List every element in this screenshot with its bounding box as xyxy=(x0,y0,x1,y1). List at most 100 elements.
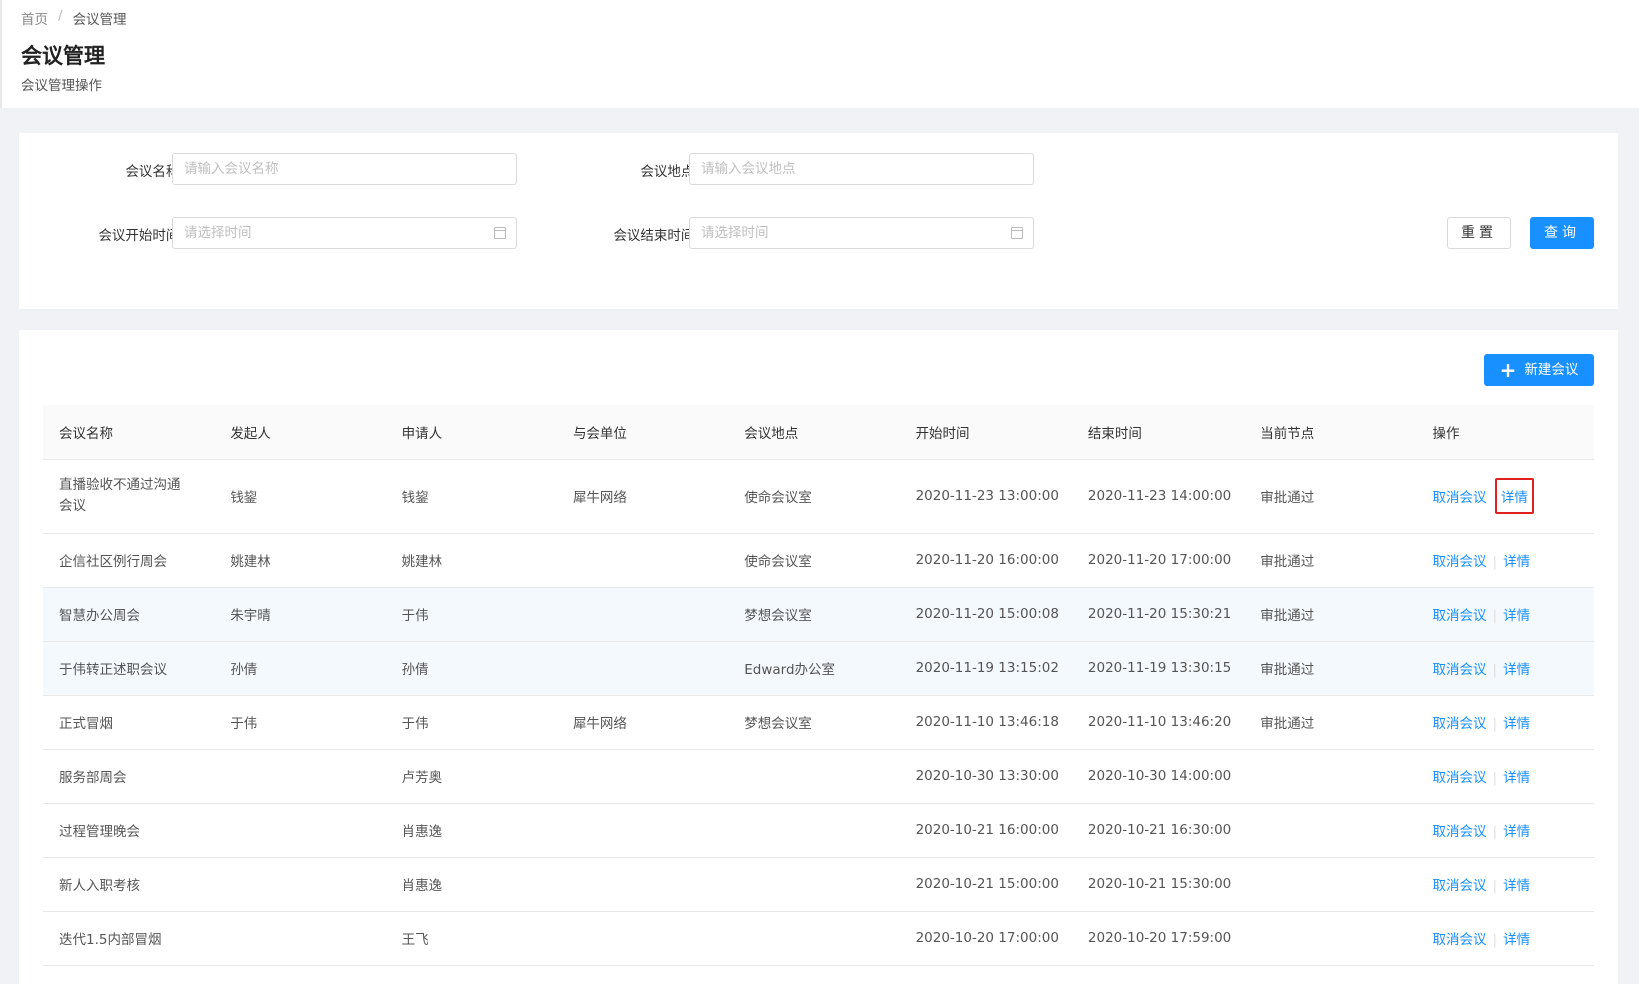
cell-end-time: 2020-10-30 14:00:00 xyxy=(1087,768,1232,784)
cell-actions: 取消会议 | 详情 xyxy=(1417,857,1594,911)
new-meeting-button[interactable]: + 新建会议 xyxy=(1484,354,1594,386)
cell-unit xyxy=(557,587,728,641)
detail-link[interactable]: 详情 xyxy=(1501,490,1528,506)
cell-location: 梦想会议室 xyxy=(744,608,812,624)
column-header-actions: 操作 xyxy=(1432,425,1460,442)
cell-unit: 犀牛网络 xyxy=(572,716,627,732)
detail-link[interactable]: 详情 xyxy=(1503,824,1530,840)
detail-link[interactable]: 详情 xyxy=(1503,554,1530,570)
reset-button[interactable]: 重置 xyxy=(1447,217,1511,249)
cell-node xyxy=(1244,911,1416,965)
cell-initiator xyxy=(214,857,385,911)
cell-start-time: 2020-11-23 13:00:00 xyxy=(915,488,1059,504)
cell-start-time: 2020-10-21 16:00:00 xyxy=(915,822,1059,838)
end-time-placeholder: 请选择时间 xyxy=(701,225,769,241)
column-header-unit: 与会单位 xyxy=(572,425,627,442)
column-header-applicant: 申请人 xyxy=(401,425,443,442)
cell-applicant: 王飞 xyxy=(401,932,429,948)
cancel-meeting-link[interactable]: 取消会议 xyxy=(1433,716,1487,732)
cell-unit xyxy=(557,533,728,587)
cell-node: 审批通过 xyxy=(1260,490,1315,506)
detail-link[interactable]: 详情 xyxy=(1503,932,1530,948)
cell-actions: 取消会议 | 详情 xyxy=(1417,911,1594,965)
action-divider: | xyxy=(1492,770,1498,786)
cell-applicant: 于伟 xyxy=(401,716,429,732)
cell-location xyxy=(728,857,899,911)
meeting-location-input[interactable]: 请输入会议地点 xyxy=(689,153,1034,185)
meeting-name-input[interactable]: 请输入会议名称 xyxy=(172,153,517,185)
cell-initiator: 朱宇晴 xyxy=(230,608,271,624)
meeting-name-label: 会议名称: xyxy=(125,164,184,180)
start-time-label: 会议开始时间: xyxy=(98,228,184,244)
cell-start-time: 2020-11-10 13:46:18 xyxy=(915,714,1059,730)
cell-node xyxy=(1244,803,1416,857)
detail-link[interactable]: 详情 xyxy=(1503,662,1530,678)
table-row: 于伟转正述职会议 孙倩 孙倩 Edward办公室 2020-11-19 13:1… xyxy=(43,641,1594,695)
cell-start-time: 2020-10-30 13:30:00 xyxy=(915,768,1059,784)
end-time-picker[interactable]: 请选择时间 xyxy=(689,217,1034,249)
cell-end-time: 2020-11-23 14:00:00 xyxy=(1087,488,1232,504)
page-header: 首页 / 会议管理 会议管理 会议管理操作 xyxy=(0,0,1639,108)
detail-link[interactable]: 详情 xyxy=(1503,716,1530,732)
cell-unit xyxy=(557,749,728,803)
action-divider: | xyxy=(1492,554,1498,570)
cell-location xyxy=(728,911,899,965)
table-row: 过程管理晚会 肖惠逸 2020-10-21 16:00:00 2020-10-2… xyxy=(43,803,1594,857)
cancel-meeting-link[interactable]: 取消会议 xyxy=(1433,554,1487,570)
cell-unit xyxy=(557,911,728,965)
cell-location xyxy=(728,803,899,857)
cancel-meeting-link[interactable]: 取消会议 xyxy=(1433,824,1487,840)
cell-start-time: 2020-11-20 16:00:00 xyxy=(915,552,1059,568)
cell-applicant: 姚建林 xyxy=(401,554,443,570)
end-time-label: 会议结束时间: xyxy=(613,228,699,244)
detail-link[interactable]: 详情 xyxy=(1503,608,1530,624)
cell-actions: 取消会议 详情 xyxy=(1417,459,1594,533)
cell-applicant: 肖惠逸 xyxy=(401,878,443,894)
breadcrumb-current: 会议管理 xyxy=(72,12,127,28)
table-header-row: 会议名称 发起人 申请人 与会单位 会议地点 开始时间 结束时间 当前节点 操作 xyxy=(43,405,1594,459)
cancel-meeting-link[interactable]: 取消会议 xyxy=(1433,770,1487,786)
page-title: 会议管理 xyxy=(21,44,105,68)
cell-end-time: 2020-11-19 13:30:15 xyxy=(1087,660,1232,676)
cell-start-time: 2020-10-21 15:00:00 xyxy=(915,876,1059,892)
cell-location: 使命会议室 xyxy=(744,490,812,506)
cell-applicant: 肖惠逸 xyxy=(401,824,443,840)
plus-icon: + xyxy=(1499,358,1517,382)
cell-actions: 取消会议 | 详情 xyxy=(1417,749,1594,803)
breadcrumb-home[interactable]: 首页 xyxy=(21,8,48,28)
meeting-table-panel: + 新建会议 会议名称 发起人 申请人 与会单位 会议地点 开始时间 结束时间 … xyxy=(19,330,1618,984)
page-description: 会议管理操作 xyxy=(21,78,102,94)
cancel-meeting-link[interactable]: 取消会议 xyxy=(1433,608,1487,624)
cell-unit: 犀牛网络 xyxy=(572,490,627,506)
cell-name: 企信社区例行周会 xyxy=(59,554,167,570)
new-meeting-label: 新建会议 xyxy=(1524,362,1579,378)
query-button[interactable]: 查询 xyxy=(1530,217,1594,249)
cancel-meeting-link[interactable]: 取消会议 xyxy=(1433,662,1487,678)
column-header-end-time: 结束时间 xyxy=(1087,425,1142,442)
cell-name: 直播验收不通过沟通会议 xyxy=(59,477,181,514)
action-divider: | xyxy=(1492,716,1498,732)
table-row: 服务部周会 卢芳奥 2020-10-30 13:30:00 2020-10-30… xyxy=(43,749,1594,803)
cell-node: 审批通过 xyxy=(1260,662,1315,678)
cell-node: 审批通过 xyxy=(1260,554,1315,570)
table-row: 智慧办公周会 朱宇晴 于伟 梦想会议室 2020-11-20 15:00:08 … xyxy=(43,587,1594,641)
calendar-icon xyxy=(1011,227,1023,239)
detail-link[interactable]: 详情 xyxy=(1503,878,1530,894)
cell-initiator: 钱鋆 xyxy=(230,490,258,506)
cancel-meeting-link[interactable]: 取消会议 xyxy=(1433,878,1487,894)
cell-unit xyxy=(557,857,728,911)
cell-start-time: 2020-11-19 13:15:02 xyxy=(915,660,1059,676)
cancel-meeting-link[interactable]: 取消会议 xyxy=(1433,932,1487,948)
cell-actions: 取消会议 | 详情 xyxy=(1417,587,1594,641)
cell-applicant: 于伟 xyxy=(401,608,429,624)
breadcrumb-separator: / xyxy=(58,8,63,24)
cell-name: 新人入职考核 xyxy=(59,878,140,894)
cell-initiator: 孙倩 xyxy=(230,662,258,678)
detail-link[interactable]: 详情 xyxy=(1503,770,1530,786)
cancel-meeting-link[interactable]: 取消会议 xyxy=(1433,490,1487,506)
cell-end-time: 2020-10-20 17:59:00 xyxy=(1087,930,1232,946)
cell-end-time: 2020-11-20 17:00:00 xyxy=(1087,552,1232,568)
cell-start-time: 2020-11-20 15:00:08 xyxy=(915,606,1059,622)
column-header-name: 会议名称 xyxy=(59,425,113,442)
start-time-picker[interactable]: 请选择时间 xyxy=(172,217,517,249)
